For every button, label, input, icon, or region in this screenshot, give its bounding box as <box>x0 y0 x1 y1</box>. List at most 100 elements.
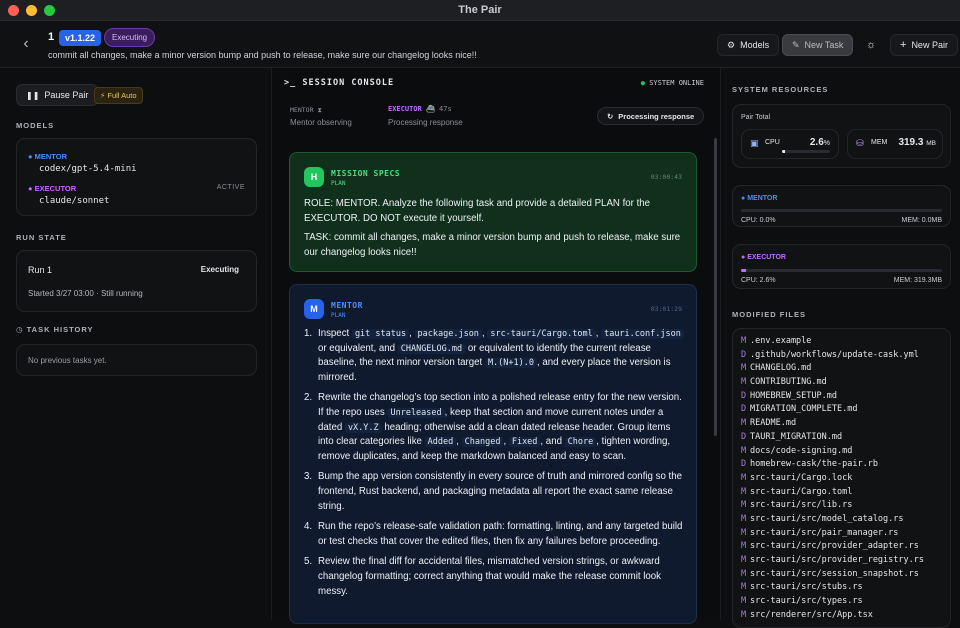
inline-code: src-tauri/Cargo.toml <box>487 329 596 339</box>
executor-status-text: Processing response <box>388 118 463 127</box>
file-path: HOMEBREW_SETUP.md <box>750 390 837 401</box>
inline-code: vX.Y.Z <box>344 422 382 433</box>
models-heading: MODELS <box>16 121 55 130</box>
task-history-heading: ◷ TASK HISTORY <box>16 325 94 334</box>
sun-icon: ☼ <box>865 39 877 51</box>
run-started: Started 3/27 03:00 · Still running <box>28 289 143 298</box>
cpu-bar <box>782 150 830 153</box>
run-status: Executing <box>200 265 239 274</box>
modified-file-item[interactable]: Dhomebrew-cask/the-pair.rb <box>741 458 946 472</box>
models-button[interactable]: ⚙ Models <box>717 34 780 56</box>
cpu-value-unit: % <box>823 140 830 147</box>
modified-file-item[interactable]: Msrc-tauri/src/types.rs <box>741 595 946 609</box>
file-status: M <box>741 527 747 538</box>
history-empty: No previous tasks yet. <box>28 356 107 365</box>
modified-file-item[interactable]: Msrc-tauri/src/session_snapshot.rs <box>741 568 946 582</box>
modified-file-item[interactable]: M CONTRIBUTING.md <box>741 376 946 390</box>
modified-files-heading: MODIFIED FILES <box>732 310 806 319</box>
specs-time: 03:00:43 <box>650 173 682 181</box>
mentor-cpu: CPU: 0.0% <box>741 217 776 224</box>
file-path: src-tauri/src/provider_adapter.rs <box>750 541 919 552</box>
modified-file-item[interactable]: D MIGRATION_COMPLETE.md <box>741 403 946 417</box>
plan-text: , and <box>540 436 565 448</box>
task-description: commit all changes, make a minor version… <box>48 50 477 60</box>
mentor-resource-card: ● MENTOR CPU: 0.0% MEM: 0.0MB <box>732 185 951 227</box>
modified-file-item[interactable]: Msrc-tauri/src/stubs.rs <box>741 581 946 595</box>
memory-icon: ⛁ <box>856 138 864 148</box>
task-history-card: No previous tasks yet. <box>16 344 257 376</box>
wand-icon: ✎ <box>792 39 800 50</box>
plan-number: 2. <box>304 392 313 404</box>
executor-model[interactable]: claude/sonnet <box>39 196 109 206</box>
models-card: ● MENTOR codex/gpt-5.4-mini ● EXECUTOR A… <box>16 138 257 216</box>
modified-file-item[interactable]: Msrc-tauri/Cargo.lock <box>741 472 946 486</box>
file-status: M <box>741 486 747 497</box>
modified-file-item[interactable]: Msrc/renderer/src/App.tsx <box>741 609 946 623</box>
specs-title: MISSION SPECS <box>331 169 401 178</box>
pause-pair-button[interactable]: ❚❚ Pause Pair <box>16 84 99 106</box>
mentor-resource-label-text: MENTOR <box>747 195 778 202</box>
file-status: M <box>741 377 747 388</box>
console-scrollbar[interactable] <box>714 138 717 436</box>
file-path: src-tauri/src/provider_registry.rs <box>750 555 924 565</box>
right-sidebar: SYSTEM RESOURCES Pair Total ▣ CPU 2.6% ⛁… <box>720 68 960 628</box>
file-path: src-tauri/src/pair_manager.rs <box>750 527 899 538</box>
system-resources-heading: SYSTEM RESOURCES <box>732 85 829 94</box>
chevron-left-icon: ‹ <box>23 35 29 52</box>
back-button[interactable]: ‹ <box>15 33 37 55</box>
inline-code: Unreleased <box>387 407 445 418</box>
plan-item-1: 1. Inspect git status, package.json, src-… <box>304 327 688 385</box>
online-text: SYSTEM ONLINE <box>649 79 704 87</box>
mentor-avatar: M <box>304 299 324 319</box>
modified-file-item[interactable]: Msrc-tauri/Cargo.toml <box>741 486 946 500</box>
new-pair-button[interactable]: + New Pair <box>890 34 958 56</box>
file-status: M <box>741 445 747 456</box>
file-status: M <box>741 541 747 552</box>
mem-value-unit: MB <box>926 140 936 147</box>
modified-file-item[interactable]: Msrc-tauri/src/model_catalog.rs <box>741 513 946 527</box>
mentor-resource-dot-icon: ● <box>741 195 746 202</box>
executor-mem: MEM: 319.3MB <box>893 277 942 284</box>
modified-file-item[interactable]: D .github/workflows/update-cask.yml <box>741 349 946 363</box>
online-dot-icon: ● <box>640 79 645 87</box>
minimize-window-button[interactable] <box>26 5 37 16</box>
modified-file-item[interactable]: D TAURI_MIGRATION.md <box>741 431 946 445</box>
file-status: D <box>741 390 747 401</box>
mentor-mem: MEM: 0.0MB <box>901 217 942 224</box>
executor-resource-label: ● EXECUTOR <box>741 254 786 261</box>
file-path: CHANGELOG.md <box>750 363 812 374</box>
new-pair-button-label: New Pair <box>911 40 948 50</box>
file-status: M <box>741 596 747 607</box>
modified-file-item[interactable]: Msrc-tauri/src/provider_registry.rs <box>741 554 946 568</box>
modified-file-item[interactable]: Msrc-tauri/src/provider_adapter.rs <box>741 540 946 554</box>
modified-files-list: M .env.example D .github/workflows/update-c… <box>741 335 946 622</box>
cpu-tile: ▣ CPU 2.6% <box>741 129 839 159</box>
file-path: homebrew-cask/the-pair.rb <box>750 459 878 470</box>
theme-toggle-button[interactable]: ☼ <box>860 34 882 56</box>
maximize-window-button[interactable] <box>44 5 55 16</box>
modified-file-item[interactable]: Mdocs/code-signing.md <box>741 445 946 459</box>
executor-resource-label-text: EXECUTOR <box>747 254 786 261</box>
modified-file-item[interactable]: M CHANGELOG.md <box>741 362 946 376</box>
modified-file-item[interactable]: M .env.example <box>741 335 946 349</box>
modified-file-item[interactable]: Msrc-tauri/src/pair_manager.rs <box>741 527 946 541</box>
plus-icon: + <box>900 39 907 51</box>
hourglass-icon: ⧗ <box>317 106 322 114</box>
modified-file-item[interactable]: Msrc-tauri/src/lib.rs <box>741 499 946 513</box>
new-task-button[interactable]: ✎ New Task <box>782 34 854 56</box>
modified-file-item[interactable]: D HOMEBREW_SETUP.md <box>741 390 946 404</box>
file-path: README.md <box>750 418 797 429</box>
window-title: The Pair <box>458 4 502 16</box>
close-window-button[interactable] <box>8 5 19 16</box>
session-console: >_ SESSION CONSOLE ● SYSTEM ONLINE MENTO… <box>272 68 720 624</box>
mentor-model[interactable]: codex/gpt-5.4-mini <box>39 164 137 174</box>
inline-code: tauri.conf.json <box>601 329 684 339</box>
task-number: 1 <box>48 31 55 43</box>
executor-cpu-bar-fill <box>741 269 747 272</box>
file-status: M <box>741 500 747 511</box>
modified-file-item[interactable]: M README.md <box>741 417 946 431</box>
cpu-icon: ▣ <box>750 138 759 148</box>
file-path: docs/code-signing.md <box>750 445 853 456</box>
executor-resource-dot-icon: ● <box>741 254 746 261</box>
full-auto-badge[interactable]: ⚡ Full Auto <box>94 87 143 104</box>
